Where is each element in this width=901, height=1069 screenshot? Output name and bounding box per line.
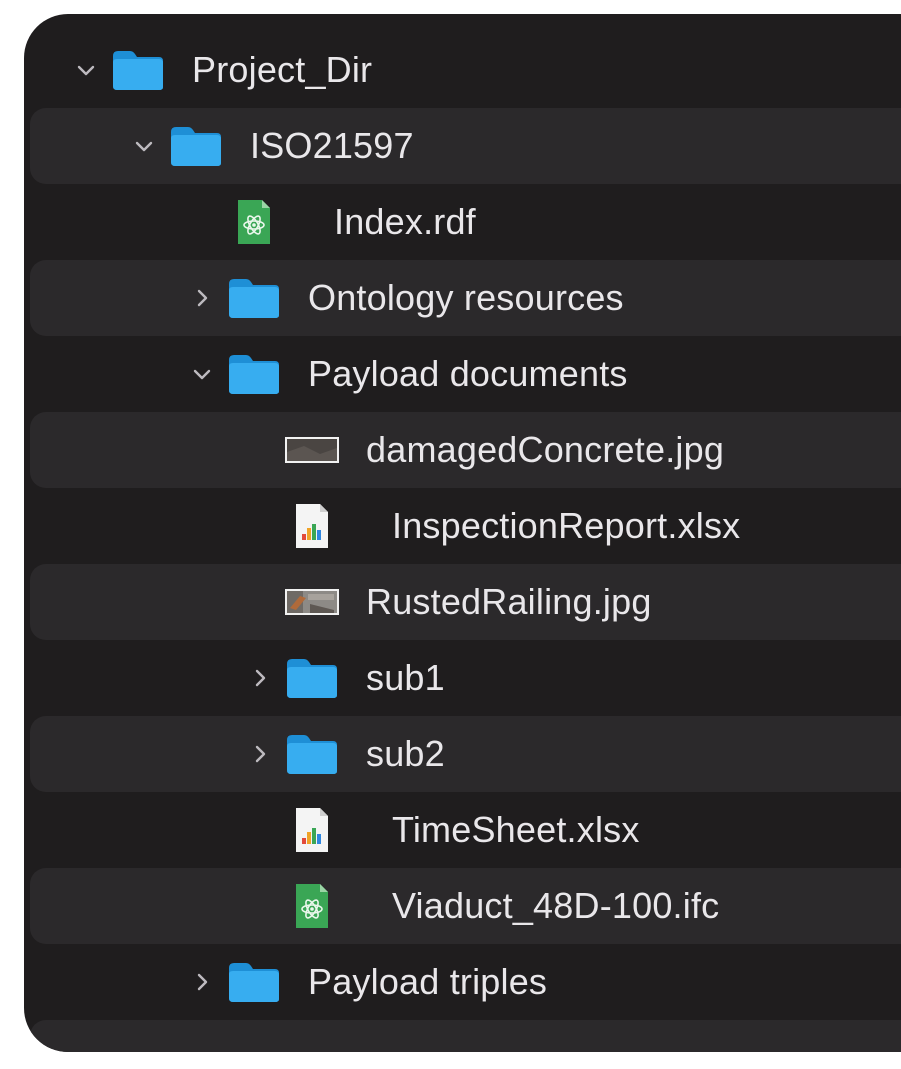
folder-row[interactable]: sub2 bbox=[30, 716, 901, 792]
item-label: sub2 bbox=[366, 733, 445, 774]
item-label: Project_Dir bbox=[192, 49, 373, 90]
finder-window: Project_Dir ISO21597 Index.rdf Ontology res… bbox=[24, 14, 901, 1052]
file-row[interactable]: damagedConcrete.jpg bbox=[30, 412, 901, 488]
item-label: Viaduct_48D-100.ifc bbox=[392, 885, 720, 926]
folder-icon bbox=[284, 732, 340, 776]
folder-row[interactable]: Payload documents bbox=[24, 336, 901, 412]
folder-icon bbox=[226, 960, 282, 1004]
spreadsheet-file-icon bbox=[284, 502, 366, 550]
chevron-spacer bbox=[244, 510, 276, 542]
file-row[interactable]: InspectionReport.xlsx bbox=[24, 488, 901, 564]
chevron-spacer bbox=[244, 586, 276, 618]
item-label: TimeSheet.xlsx bbox=[392, 809, 640, 850]
spreadsheet-file-icon bbox=[284, 806, 366, 854]
folder-row[interactable]: ISO21597 bbox=[30, 108, 901, 184]
file-row[interactable]: TimeSheet.xlsx bbox=[24, 792, 901, 868]
rdf-file-icon bbox=[284, 882, 366, 930]
chevron-right-icon[interactable] bbox=[186, 282, 218, 314]
chevron-right-icon[interactable] bbox=[244, 662, 276, 694]
item-label: RustedRailing.jpg bbox=[366, 581, 652, 622]
folder-icon bbox=[226, 276, 282, 320]
chevron-spacer bbox=[244, 814, 276, 846]
chevron-spacer bbox=[186, 206, 218, 238]
folder-icon bbox=[110, 48, 166, 92]
chevron-right-icon[interactable] bbox=[244, 738, 276, 770]
item-label: ISO21597 bbox=[250, 125, 414, 166]
folder-row[interactable]: Ontology resources bbox=[30, 260, 901, 336]
folder-icon bbox=[226, 352, 282, 396]
chevron-down-icon[interactable] bbox=[128, 130, 160, 162]
file-row[interactable]: Index.rdf bbox=[24, 184, 901, 260]
chevron-spacer bbox=[244, 890, 276, 922]
file-tree: Project_Dir ISO21597 Index.rdf Ontology res… bbox=[24, 32, 901, 1052]
item-label: damagedConcrete.jpg bbox=[366, 429, 725, 470]
folder-row[interactable]: sub1 bbox=[24, 640, 901, 716]
empty-row bbox=[30, 1020, 901, 1052]
chevron-down-icon[interactable] bbox=[186, 358, 218, 390]
rdf-file-icon bbox=[226, 198, 308, 246]
item-label: Ontology resources bbox=[308, 277, 624, 318]
item-label: Payload triples bbox=[308, 961, 548, 1002]
folder-row[interactable]: Project_Dir bbox=[24, 32, 901, 108]
image-thumbnail-icon bbox=[284, 436, 340, 464]
item-label: sub1 bbox=[366, 657, 445, 698]
chevron-right-icon[interactable] bbox=[186, 966, 218, 998]
chevron-spacer bbox=[244, 434, 276, 466]
folder-icon bbox=[168, 124, 224, 168]
folder-icon bbox=[284, 656, 340, 700]
file-row[interactable]: RustedRailing.jpg bbox=[30, 564, 901, 640]
folder-row[interactable]: Payload triples bbox=[24, 944, 901, 1020]
item-label: InspectionReport.xlsx bbox=[392, 505, 741, 546]
item-label: Payload documents bbox=[308, 353, 628, 394]
item-label: Index.rdf bbox=[334, 201, 476, 242]
file-row[interactable]: Viaduct_48D-100.ifc bbox=[30, 868, 901, 944]
image-thumbnail-icon bbox=[284, 588, 340, 616]
chevron-down-icon[interactable] bbox=[70, 54, 102, 86]
